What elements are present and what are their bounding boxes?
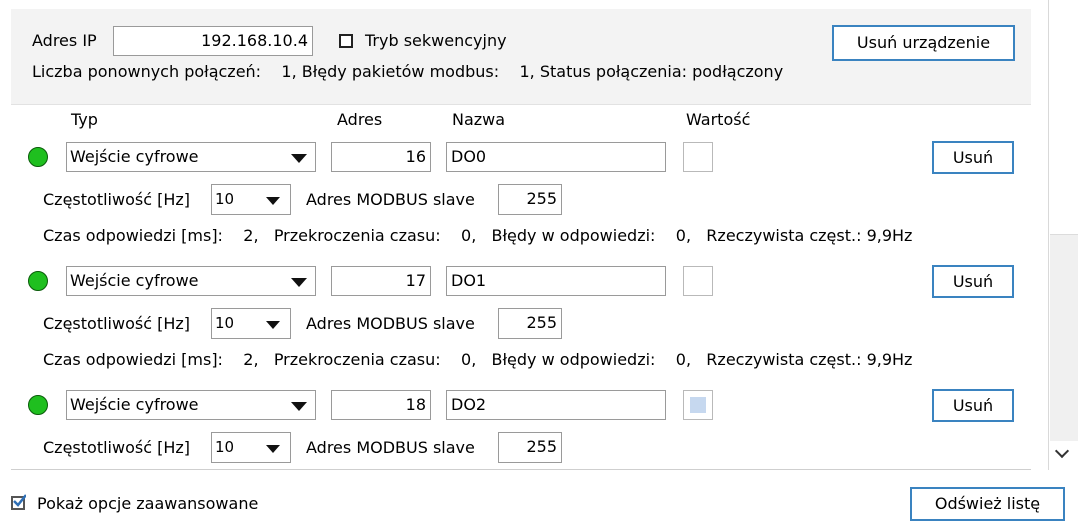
frequency-select[interactable]: 10 <box>211 432 291 463</box>
device-panel: Adres IP 192.168.10.4 Tryb sekwencyjny U… <box>0 0 1048 470</box>
chevron-down-icon <box>266 197 280 205</box>
remove-channel-button[interactable]: Usuń <box>932 389 1014 422</box>
channel-type-select[interactable]: Wejście cyfrowe <box>66 266 316 296</box>
panel-divider <box>11 469 1031 470</box>
channel-type-select[interactable]: Wejście cyfrowe <box>66 142 316 172</box>
chevron-down-icon <box>291 154 307 163</box>
status-led-icon <box>28 271 48 291</box>
chevron-down-icon <box>266 445 280 453</box>
value-on-fill <box>690 397 706 413</box>
status-led-icon <box>28 395 48 415</box>
channel-address-input[interactable]: 17 <box>331 266 431 296</box>
refresh-list-button[interactable]: Odśwież listę <box>910 487 1065 521</box>
channel-value-indicator[interactable] <box>683 390 713 420</box>
ip-label: Adres IP <box>32 31 97 50</box>
frequency-value: 10 <box>215 438 235 456</box>
channel-type-select[interactable]: Wejście cyfrowe <box>66 390 316 420</box>
ip-address-input[interactable]: 192.168.10.4 <box>113 26 313 56</box>
chevron-down-icon <box>291 278 307 287</box>
channel-type-value: Wejście cyfrowe <box>70 147 199 166</box>
channel-name-input[interactable]: DO1 <box>446 266 666 296</box>
chevron-down-icon[interactable] <box>1054 443 1070 459</box>
chevron-down-icon <box>291 402 307 411</box>
advanced-options-label: Pokaż opcje zaawansowane <box>37 494 259 513</box>
sequential-mode-label: Tryb sekwencyjny <box>365 31 507 50</box>
frequency-label: Częstotliwość [Hz] <box>43 190 190 209</box>
frequency-label: Częstotliwość [Hz] <box>43 438 190 457</box>
scrollbar-thumb[interactable] <box>1050 234 1078 441</box>
frequency-label: Częstotliwość [Hz] <box>43 314 190 333</box>
modbus-slave-label: Adres MODBUS slave <box>306 314 475 333</box>
channel-type-value: Wejście cyfrowe <box>70 395 199 414</box>
remove-device-button[interactable]: Usuń urządzenie <box>832 25 1015 61</box>
frequency-select[interactable]: 10 <box>211 308 291 339</box>
column-value-header: Wartość <box>686 110 751 129</box>
frequency-select[interactable]: 10 <box>211 184 291 215</box>
column-type-header: Typ <box>71 110 98 129</box>
modbus-slave-input[interactable]: 255 <box>498 308 562 339</box>
modbus-slave-label: Adres MODBUS slave <box>306 438 475 457</box>
frequency-value: 10 <box>215 314 235 332</box>
advanced-options-checkbox[interactable] <box>11 494 26 510</box>
modbus-slave-input[interactable]: 255 <box>498 184 562 215</box>
channel-stats-line: Czas odpowiedzi [ms]: 2, Przekroczenia c… <box>43 226 913 245</box>
frequency-value: 10 <box>215 190 235 208</box>
modbus-slave-input[interactable]: 255 <box>498 432 562 463</box>
channel-name-input[interactable]: DO0 <box>446 142 666 172</box>
modbus-slave-label: Adres MODBUS slave <box>306 190 475 209</box>
remove-channel-button[interactable]: Usuń <box>932 265 1014 298</box>
sequential-mode-checkbox[interactable] <box>339 34 353 48</box>
column-address-header: Adres <box>337 110 383 129</box>
channel-type-value: Wejście cyfrowe <box>70 271 199 290</box>
column-name-header: Nazwa <box>452 110 506 129</box>
connection-status-line: Liczba ponownych połączeń: 1, Błędy paki… <box>32 62 784 81</box>
channel-value-indicator[interactable] <box>683 266 713 296</box>
remove-channel-button[interactable]: Usuń <box>932 141 1014 174</box>
channel-stats-line: Czas odpowiedzi [ms]: 2, Przekroczenia c… <box>43 350 913 369</box>
chevron-down-icon <box>266 321 280 329</box>
status-led-icon <box>28 147 48 167</box>
channel-value-indicator[interactable] <box>683 142 713 172</box>
channel-name-input[interactable]: DO2 <box>446 390 666 420</box>
channel-address-input[interactable]: 18 <box>331 390 431 420</box>
checkmark-icon <box>13 494 26 507</box>
vertical-scrollbar[interactable] <box>1048 0 1078 470</box>
channel-address-input[interactable]: 16 <box>331 142 431 172</box>
